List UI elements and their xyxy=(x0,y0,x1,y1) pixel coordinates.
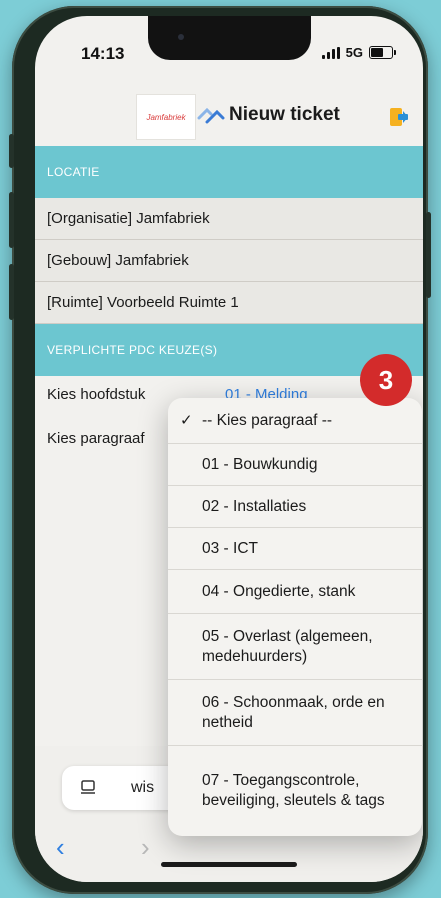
dropdown-option-label: 01 - Bouwkundig xyxy=(202,455,318,473)
paragraaf-dropdown[interactable]: ✓ -- Kies paragraaf -- 01 - Bouwkundig 0… xyxy=(168,398,422,836)
paragraaf-label: Kies paragraaf xyxy=(47,430,145,447)
hoofdstuk-label: Kies hoofdstuk xyxy=(47,386,146,403)
logout-icon[interactable] xyxy=(389,106,409,133)
location-row-gebouw[interactable]: [Gebouw] Jamfabriek xyxy=(35,240,423,282)
dropdown-option[interactable]: 01 - Bouwkundig xyxy=(168,444,422,486)
logo-text: Jamfabriek xyxy=(146,112,186,122)
dropdown-option[interactable]: 06 - Schoonmaak, orde en netheid xyxy=(168,680,422,746)
status-icons: 5G xyxy=(321,45,396,60)
notch xyxy=(148,16,311,60)
side-button-volume-up xyxy=(9,192,14,248)
tabs-icon[interactable] xyxy=(80,780,96,801)
network-label: 5G xyxy=(345,45,363,60)
signal-icon xyxy=(321,46,340,59)
dropdown-option[interactable]: 07 - Toegangscontrole, beveiliging, sleu… xyxy=(168,746,422,836)
location-row-ruimte[interactable]: [Ruimte] Voorbeeld Ruimte 1 xyxy=(35,282,423,324)
dropdown-option[interactable]: 02 - Installaties xyxy=(168,486,422,528)
side-button-power xyxy=(426,212,431,298)
back-icon[interactable]: ‹ xyxy=(56,832,65,863)
dropdown-option-label: 04 - Ongedierte, stank xyxy=(202,582,356,600)
home-indicator[interactable] xyxy=(161,862,297,867)
side-button-volume-down xyxy=(9,264,14,320)
app-header: Jamfabriek Nieuw ticket xyxy=(35,84,423,146)
address-text: wis xyxy=(131,779,155,796)
check-icon: ✓ xyxy=(180,411,193,429)
dropdown-option-label: 02 - Installaties xyxy=(202,497,307,515)
location-row-organisatie[interactable]: [Organisatie] Jamfabriek xyxy=(35,198,423,240)
battery-icon xyxy=(369,46,396,59)
phone-screen: 14:13 5G Jamfabriek Nieuw ticket LOCATIE… xyxy=(35,16,423,882)
section-locatie: LOCATIE xyxy=(35,146,423,198)
forward-icon[interactable]: › xyxy=(141,832,150,863)
status-time: 14:13 xyxy=(81,44,125,63)
camera-icon xyxy=(178,34,184,40)
page-title: Nieuw ticket xyxy=(229,104,340,125)
dropdown-option-label: 06 - Schoonmaak, orde en netheid xyxy=(202,693,385,731)
side-button-mute xyxy=(9,134,14,168)
dropdown-option-label: 05 - Overlast (algemeen, medehuurders) xyxy=(202,627,373,665)
dropdown-option[interactable]: 04 - Ongedierte, stank xyxy=(168,570,422,614)
dropdown-option-label: 07 - Toegangscontrole, beveiliging, sleu… xyxy=(202,772,385,809)
dropdown-option-label: 03 - ICT xyxy=(202,539,258,557)
dropdown-option[interactable]: 05 - Overlast (algemeen, medehuurders) xyxy=(168,614,422,680)
step-badge: 3 xyxy=(360,354,412,406)
app-logo-icon xyxy=(197,106,225,131)
dropdown-option[interactable]: 03 - ICT xyxy=(168,528,422,570)
dropdown-option-label: -- Kies paragraaf -- xyxy=(202,411,333,429)
brand-logo: Jamfabriek xyxy=(136,94,196,140)
